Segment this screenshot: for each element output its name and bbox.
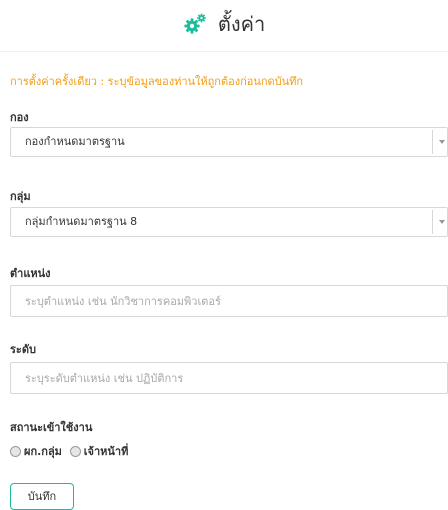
division-label: กอง	[10, 111, 29, 124]
division-select[interactable]: กองกำหนดมาตรฐาน	[10, 127, 448, 157]
chevron-down-icon[interactable]	[439, 220, 445, 224]
chevron-down-icon[interactable]	[439, 140, 445, 144]
level-input[interactable]	[10, 362, 448, 394]
radio-button[interactable]	[69, 445, 81, 457]
save-button[interactable]: บันทึก	[10, 483, 74, 510]
radio-button[interactable]	[10, 445, 21, 457]
page-title: ตั้งค่า	[217, 12, 266, 36]
level-label: ระดับ	[10, 343, 36, 356]
status-radio-group: ผก.กลุ่ม เจ้าหน้าที่	[10, 442, 132, 458]
radio-option-head[interactable]: ผก.กลุ่ม	[10, 442, 66, 460]
group-select-value: กลุ่มกำหนดมาตรฐาน 8	[25, 215, 138, 228]
division-select-value: กองกำหนดมาตรฐาน	[25, 135, 125, 148]
page-header: ตั้งค่า	[0, 0, 448, 52]
notice-text: การตั้งค่าครั้งเดียว : ระบุข้อมูลของท่าน…	[10, 75, 304, 88]
radio-option-staff[interactable]: เจ้าหน้าที่	[69, 442, 133, 460]
position-input[interactable]	[10, 285, 448, 317]
position-label: ตำแหน่ง	[10, 267, 51, 280]
group-label: กลุ่ม	[10, 190, 31, 203]
radio-label: ผก.กลุ่ม	[24, 445, 62, 458]
radio-label: เจ้าหน้าที่	[83, 445, 129, 458]
header-inner: ตั้งค่า	[0, 8, 448, 40]
group-select[interactable]: กลุ่มกำหนดมาตรฐาน 8	[10, 207, 448, 237]
select-divider	[432, 210, 433, 234]
gears-icon	[183, 12, 207, 36]
select-divider	[432, 130, 433, 154]
status-label: สถานะเข้าใช้งาน	[10, 421, 93, 434]
